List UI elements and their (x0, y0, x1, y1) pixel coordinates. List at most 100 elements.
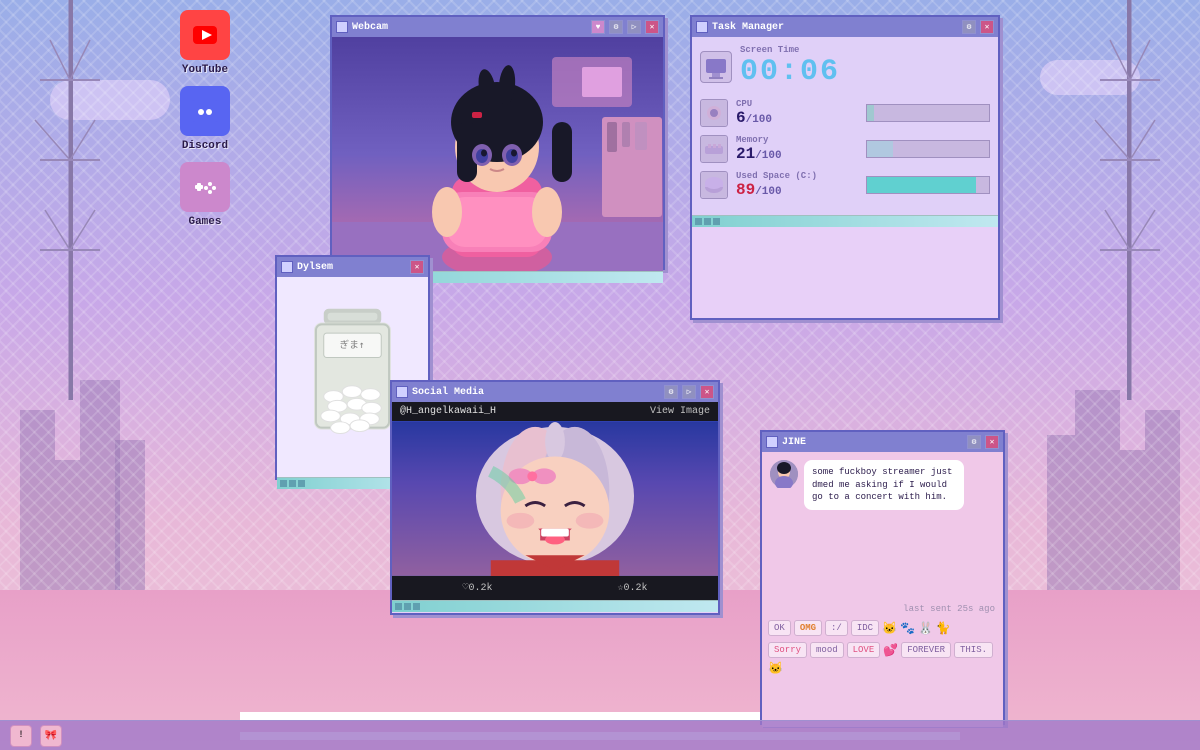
sticker-sorry[interactable]: Sorry (768, 642, 807, 658)
sticker-cat2[interactable]: 🐈 (936, 621, 951, 636)
webcam-gear-btn[interactable]: ⚙ (609, 20, 623, 34)
jine-title-icon (766, 436, 778, 448)
cpu-value: 6/100 (736, 109, 858, 127)
sticker-paw[interactable]: 🐾 (900, 621, 915, 636)
tm-cpu-icon (700, 99, 728, 127)
webcam-titlebar: Webcam ♥ ⚙ ▷ ✕ (332, 17, 663, 37)
tm-memory-icon (700, 135, 728, 163)
taskmanager-window: Task Manager ⚙ ✕ Screen Time 0 (690, 15, 1000, 320)
sm-stars: ☆0.2k (617, 582, 647, 594)
sm-close-btn[interactable]: ✕ (700, 385, 714, 399)
sm-view-image-btn[interactable]: View Image (650, 406, 710, 417)
tm-memory-row: Memory 21/100 (700, 135, 990, 163)
tm-space-row: Used Space (C:) 89/100 (700, 171, 990, 199)
tm-space-icon (700, 171, 728, 199)
webcam-title-text: Webcam (352, 22, 587, 33)
sticker-heart-animal[interactable]: 💕 (883, 643, 898, 658)
dylsem-titlebar: Dylsem ✕ (277, 257, 428, 277)
screen-time-value: 00:06 (740, 55, 840, 89)
cpu-label: CPU (736, 99, 858, 109)
dylsem-footer-sq-2 (289, 480, 296, 487)
jine-stickers-row2: Sorry mood LOVE 💕 FOREVER THIS. 🐱 (762, 640, 1003, 678)
sm-footer-sq-2 (404, 603, 411, 610)
sticker-emoji[interactable]: :/ (825, 620, 848, 636)
jine-sender-avatar (770, 460, 798, 488)
webcam-min-btn[interactable]: ▷ (627, 20, 641, 34)
tm-close-btn[interactable]: ✕ (980, 20, 994, 34)
dylsem-title-text: Dylsem (297, 262, 406, 273)
socialmedia-window: Social Media ⚙ ▷ ✕ @H_angelkawaii_H View… (390, 380, 720, 615)
jine-gear-btn[interactable]: ⚙ (967, 435, 981, 449)
sm-min-btn[interactable]: ▷ (682, 385, 696, 399)
youtube-icon-box (180, 10, 230, 60)
sticker-ok[interactable]: OK (768, 620, 791, 636)
screen-time-label: Screen Time (740, 45, 990, 55)
sticker-idc[interactable]: IDC (851, 620, 879, 636)
jine-titlebar: JINE ⚙ ✕ (762, 432, 1003, 452)
jine-close-btn[interactable]: ✕ (985, 435, 999, 449)
jine-timestamp: last sent 25s ago (762, 602, 1003, 616)
dylsem-close-btn[interactable]: ✕ (410, 260, 424, 274)
sticker-rabbit[interactable]: 🐰 (918, 621, 933, 636)
sm-image-area (392, 421, 718, 576)
taskmanager-title-text: Task Manager (712, 22, 958, 33)
taskmanager-footer (692, 215, 998, 227)
sticker-cat3[interactable]: 🐱 (768, 661, 783, 676)
jine-window: JINE ⚙ ✕ some fuckboy streamer just dmed… (760, 430, 1005, 725)
tm-footer-sq-3 (713, 218, 720, 225)
tm-footer-sq-1 (695, 218, 702, 225)
games-icon-box (180, 162, 230, 212)
tm-cpu-info: CPU 6/100 (736, 99, 858, 127)
sticker-forever[interactable]: FOREVER (901, 642, 951, 658)
webcam-title-icon (336, 21, 348, 33)
tm-screen-time-row: Screen Time 00:06 (700, 45, 990, 89)
tm-title-icon (696, 21, 708, 33)
jine-body: some fuckboy streamer just dmed me askin… (762, 452, 1003, 727)
sm-username: @H_angelkawaii_H (400, 406, 496, 417)
memory-bar (867, 141, 893, 157)
youtube-label: YouTube (182, 64, 228, 76)
sticker-cat1[interactable]: 🐱 (882, 621, 897, 636)
taskmanager-titlebar: Task Manager ⚙ ✕ (692, 17, 998, 37)
sm-post-header: @H_angelkawaii_H View Image (392, 402, 718, 421)
jine-message-text: some fuckboy streamer just dmed me askin… (812, 467, 952, 502)
dylsem-title-icon (281, 261, 293, 273)
sm-window-footer (392, 600, 718, 612)
taskbar-alert-icon[interactable]: ! (10, 725, 32, 747)
cpu-bar-container (866, 104, 990, 122)
sm-footer-sq-1 (395, 603, 402, 610)
sm-likes: ♡0.2k (462, 582, 492, 594)
discord-icon-item[interactable]: Discord (170, 86, 240, 152)
taskmanager-body: Screen Time 00:06 CPU 6/100 (692, 37, 998, 215)
sticker-this[interactable]: THIS. (954, 642, 993, 658)
sticker-mood[interactable]: mood (810, 642, 844, 658)
webcam-heart-btn[interactable]: ♥ (591, 20, 605, 34)
tm-space-info: Used Space (C:) 89/100 (736, 171, 858, 199)
jine-title-text: JINE (782, 437, 963, 448)
taskbar: ! 🎀 (0, 720, 1200, 750)
webcam-content (332, 37, 663, 271)
discord-label: Discord (182, 140, 228, 152)
sm-title-icon (396, 386, 408, 398)
games-icon-item[interactable]: Games (170, 162, 240, 228)
dylsem-footer-sq-3 (298, 480, 305, 487)
svg-text:ぎま↑: ぎま↑ (339, 338, 364, 351)
memory-label: Memory (736, 135, 858, 145)
games-label: Games (188, 216, 221, 228)
desktop-icons: YouTube Discord (170, 10, 240, 228)
memory-value: 21/100 (736, 145, 858, 163)
taskbar-ribbon-icon[interactable]: 🎀 (40, 725, 62, 747)
sm-gear-btn[interactable]: ⚙ (664, 385, 678, 399)
space-bar-container (866, 176, 990, 194)
cpu-bar (867, 105, 874, 121)
tm-gear-btn[interactable]: ⚙ (962, 20, 976, 34)
youtube-icon-item[interactable]: YouTube (170, 10, 240, 76)
webcam-window: Webcam ♥ ⚙ ▷ ✕ (330, 15, 665, 270)
socialmedia-title-text: Social Media (412, 387, 660, 398)
room-background (332, 37, 663, 271)
space-label: Used Space (C:) (736, 171, 858, 181)
sticker-omg[interactable]: OMG (794, 620, 822, 636)
sticker-love[interactable]: LOVE (847, 642, 881, 658)
space-bar (867, 177, 976, 193)
webcam-close-btn[interactable]: ✕ (645, 20, 659, 34)
